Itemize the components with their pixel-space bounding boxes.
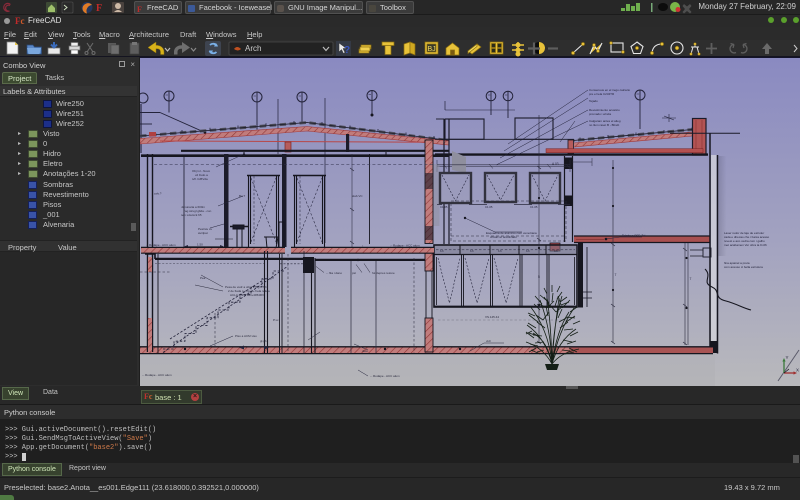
svg-text:tvfl. ltd5Vda: tvfl. ltd5Vda [192, 177, 208, 181]
svg-text:Telado o OFF. Tel...: Telado o OFF. Tel... [622, 234, 648, 238]
svg-text:no llum raset B - Blindt: no llum raset B - Blindt [589, 123, 619, 127]
svg-text:b.6: b.6 [526, 249, 530, 253]
svg-text:b.6: b.6 [470, 249, 474, 253]
svg-text:met acabamen Ver obra ta D-06: met acabamen Ver obra ta D-06 [724, 243, 767, 247]
svg-text:BJ: BJ [428, 46, 436, 53]
svg-text:X: X [796, 368, 799, 373]
svg-text:VS.145.44: VS.145.44 [485, 315, 499, 319]
svg-text:cslv.?: cslv.? [154, 192, 162, 196]
svg-text:cristal ref anodizado: cristal ref anodizado [490, 235, 517, 239]
svg-text:←Rodape - ACC alum: ←Rodape - ACC alum [390, 244, 420, 248]
svg-text:←Rodape - ACC alum: ←Rodape - ACC alum [142, 373, 172, 377]
svg-text:gl.pb: gl.pb [260, 339, 267, 343]
svg-text:A.03: A.03 [552, 162, 559, 166]
svg-text:pst: pst [352, 271, 356, 275]
svg-text:←Rodape - ACC alum: ←Rodape - ACC alum [146, 243, 176, 247]
svg-text:avrilpat: avrilpat [198, 231, 208, 235]
svg-text:←Rodape - ACC alum: ←Rodape - ACC alum [370, 374, 400, 378]
svg-text:b.6: b.6 [498, 249, 502, 253]
svg-text:?: ? [344, 45, 350, 56]
svg-text:←fita i dano: ←fita i dano [326, 271, 342, 275]
svg-text:P.xx: P.xx [273, 318, 279, 322]
svg-text:b.6: b.6 [440, 249, 444, 253]
svg-text:pre el tela C234TR: pre el tela C234TR [589, 92, 615, 96]
svg-text:ACLA 4x25TMD+4954RV: ACLA 4x25TMD+4954RV [230, 293, 264, 297]
svg-text:duto: duto [362, 349, 368, 353]
svg-text:Piso a ACM viso: Piso a ACM viso [235, 334, 257, 338]
svg-text:fot depres retone: fot depres retone [372, 271, 395, 275]
svg-text:1.50: 1.50 [197, 243, 203, 247]
svg-text:Tejado: Tejado [589, 99, 598, 103]
svg-text:Arch: Arch [245, 44, 261, 53]
svg-text:7: 7 [615, 273, 617, 277]
svg-text:Pea: Pea [200, 276, 206, 280]
svg-text:Y: Y [786, 355, 789, 360]
svg-text:C1.05: C1.05 [530, 205, 538, 209]
svg-text:C1.05: C1.05 [485, 205, 493, 209]
svg-text:vidr: vidr [486, 339, 491, 343]
svg-text:promado i winda: promado i winda [589, 112, 611, 116]
svg-text:7: 7 [690, 277, 692, 281]
svg-text:F: F [96, 3, 102, 14]
svg-text:teln xxletxck 65: teln xxletxck 65 [181, 213, 202, 217]
svg-text:b.6: b.6 [554, 249, 558, 253]
svg-text:com acesso ci bella estrutura: com acesso ci bella estrutura [724, 265, 763, 269]
svg-text:slab.VC: slab.VC [352, 194, 363, 198]
svg-text:C1.05: C1.05 [440, 205, 448, 209]
